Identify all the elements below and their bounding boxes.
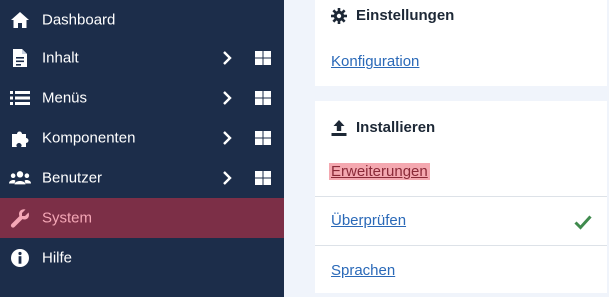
dashboard-grid-icon[interactable]: [254, 50, 272, 66]
chevron-right-icon[interactable]: [220, 131, 234, 145]
check-icon: [574, 214, 592, 230]
sidebar-item-label: Benutzer: [42, 169, 103, 187]
divider: [315, 196, 607, 197]
chevron-right-icon[interactable]: [220, 171, 234, 185]
sprachen-link[interactable]: Sprachen: [331, 262, 395, 279]
erweiterungen-link[interactable]: Erweiterungen: [329, 163, 430, 180]
wrench-icon: [9, 207, 31, 229]
sidebar-item-system[interactable]: System: [0, 198, 284, 238]
document-icon: [9, 47, 31, 69]
users-icon: [9, 167, 31, 189]
sidebar-item-label: Hilfe: [42, 249, 73, 267]
dashboard-grid-icon[interactable]: [254, 170, 272, 186]
sidebar-item-hilfe[interactable]: Hilfe: [0, 238, 284, 278]
sidebar-item-komponenten[interactable]: Komponenten: [0, 118, 284, 158]
dashboard-grid-icon[interactable]: [254, 90, 272, 106]
sidebar-item-label: System: [42, 209, 93, 227]
main-content: Einstellungen Konfiguration Installieren…: [284, 0, 609, 297]
sidebar-item-label: Inhalt: [42, 49, 79, 67]
sidebar-item-menus[interactable]: Menüs: [0, 78, 284, 118]
puzzle-icon: [9, 127, 31, 149]
chevron-right-icon[interactable]: [220, 51, 234, 65]
dashboard-grid-icon[interactable]: [254, 130, 272, 146]
divider: [315, 245, 607, 246]
sidebar: Dashboard Inhalt Menüs Komponenten Benut…: [0, 0, 284, 297]
chevron-right-icon[interactable]: [220, 91, 234, 105]
sidebar-item-label: Dashboard: [42, 11, 116, 29]
sidebar-item-label: Menüs: [42, 89, 88, 107]
install-card-title: Installieren: [331, 119, 435, 136]
info-icon: [9, 247, 31, 269]
konfiguration-link[interactable]: Konfiguration: [331, 53, 419, 70]
settings-card: Einstellungen Konfiguration: [315, 0, 607, 86]
sidebar-item-inhalt[interactable]: Inhalt: [0, 38, 284, 78]
sidebar-item-benutzer[interactable]: Benutzer: [0, 158, 284, 198]
sidebar-item-dashboard[interactable]: Dashboard: [0, 0, 284, 40]
home-icon: [9, 9, 31, 31]
upload-icon: [331, 119, 347, 136]
ueberpruefen-link[interactable]: Überprüfen: [331, 212, 406, 229]
settings-card-title: Einstellungen: [331, 7, 454, 24]
gear-icon: [331, 7, 347, 24]
sidebar-item-label: Komponenten: [42, 129, 136, 147]
list-icon: [9, 87, 31, 109]
install-card: Installieren Erweiterungen Überprüfen Sp…: [315, 101, 607, 293]
